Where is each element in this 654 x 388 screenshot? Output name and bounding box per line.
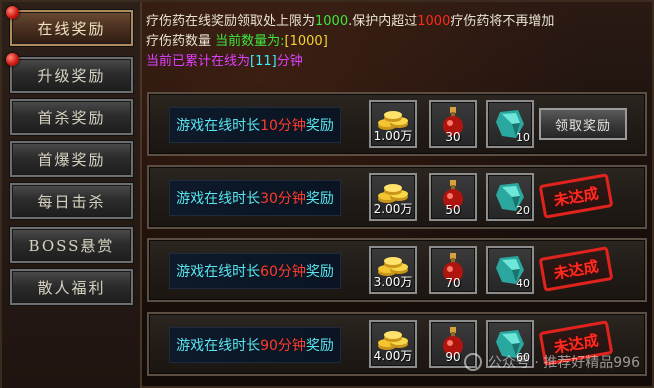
- current-value: [1000]: [284, 34, 328, 49]
- stamp-label: 未达成: [552, 183, 600, 210]
- claim-reward-button[interactable]: 领取奖励: [539, 108, 627, 140]
- label-minutes: 30分钟: [260, 191, 306, 207]
- reward-row: 游戏在线时长 10分钟 奖励 1.00万 30 10 领取奖励: [147, 92, 647, 156]
- reward-row-label: 游戏在线时长 30分钟 奖励: [169, 180, 341, 216]
- item-quantity: 20: [516, 204, 530, 217]
- info-text: 疗伤药数量: [146, 34, 212, 49]
- label-suffix: 奖励: [305, 191, 334, 207]
- info-line-online-time: 当前已累计在线为[11]分钟: [146, 52, 651, 72]
- menu-item-label: 首杀奖励: [37, 108, 106, 127]
- online-reward-info: 疗伤药在线奖励领取处上限为1000.保护内超过1000疗伤药将不再增加 疗伤药数…: [146, 12, 651, 72]
- menu-item-label: 散人福利: [37, 278, 106, 297]
- online-minutes-value: [11]: [250, 54, 277, 69]
- claim-button-label: 领取奖励: [554, 118, 611, 134]
- label-minutes: 90分钟: [260, 338, 306, 354]
- reward-window: 在线奖励 升级奖励 首杀奖励 首爆奖励 每日击杀 BOSS悬赏 散人福利 疗伤药…: [0, 0, 654, 388]
- potion-item-slot[interactable]: 70: [429, 246, 477, 294]
- label-suffix: 奖励: [305, 264, 334, 280]
- label-suffix: 奖励: [305, 118, 334, 134]
- gold-item-slot[interactable]: 1.00万: [369, 100, 417, 148]
- limit-value: 1000: [315, 14, 349, 29]
- watermark: 公众号 · 推荐好精品996: [463, 352, 640, 372]
- gold-item-slot[interactable]: 4.00万: [369, 320, 417, 368]
- menu-item-label: 升级奖励: [37, 66, 106, 85]
- gold-item-slot[interactable]: 3.00万: [369, 246, 417, 294]
- not-achieved-stamp: 未达成: [538, 246, 614, 292]
- item-quantity: 2.00万: [373, 202, 413, 216]
- menu-item-label: BOSS悬赏: [28, 236, 115, 255]
- info-line-limit: 疗伤药在线奖励领取处上限为1000.保护内超过1000疗伤药将不再增加: [146, 12, 651, 32]
- gem-item-slot[interactable]: 10: [486, 100, 534, 148]
- label-prefix: 游戏在线时长: [176, 118, 261, 134]
- menu-item-daily-kill[interactable]: 每日击杀: [10, 183, 133, 219]
- label-minutes: 60分钟: [260, 264, 306, 280]
- gem-item-slot[interactable]: 20: [486, 173, 534, 221]
- stamp-label: 未达成: [552, 256, 600, 283]
- item-quantity: 30: [445, 130, 461, 144]
- menu-item-first-drop-reward[interactable]: 首爆奖励: [10, 141, 133, 177]
- reward-row: 游戏在线时长 30分钟 奖励 2.00万 50 20 未达成: [147, 165, 647, 229]
- menu-item-first-kill-reward[interactable]: 首杀奖励: [10, 99, 133, 135]
- gem-item-slot[interactable]: 40: [486, 246, 534, 294]
- label-prefix: 游戏在线时长: [176, 338, 261, 354]
- reward-row: 游戏在线时长 60分钟 奖励 3.00万 70 40 未达成: [147, 238, 647, 302]
- item-quantity: 1.00万: [373, 129, 413, 143]
- menu-item-solo-welfare[interactable]: 散人福利: [10, 269, 133, 305]
- potion-item-slot[interactable]: 50: [429, 173, 477, 221]
- label-prefix: 游戏在线时长: [176, 264, 261, 280]
- info-line-current: 疗伤药数量 当前数量为:[1000]: [146, 32, 651, 52]
- label-suffix: 奖励: [305, 338, 334, 354]
- label-minutes: 10分钟: [260, 118, 306, 134]
- item-quantity: 70: [445, 276, 461, 290]
- wechat-logo-icon: [463, 353, 482, 371]
- label-prefix: 游戏在线时长: [176, 191, 261, 207]
- reward-row-label: 游戏在线时长 60分钟 奖励: [169, 253, 341, 289]
- item-quantity: 4.00万: [373, 349, 413, 363]
- reward-row-label: 游戏在线时长 10分钟 奖励: [169, 107, 341, 143]
- item-quantity: 3.00万: [373, 275, 413, 289]
- notification-dot-icon: [6, 53, 19, 66]
- menu-item-boss-bounty[interactable]: BOSS悬赏: [10, 227, 133, 263]
- menu-item-label: 每日击杀: [37, 192, 106, 211]
- potion-item-slot[interactable]: 30: [429, 100, 477, 148]
- item-quantity: 40: [516, 277, 530, 290]
- info-text: 分钟: [276, 54, 303, 69]
- reward-row-label: 游戏在线时长 90分钟 奖励: [169, 327, 341, 363]
- menu-item-label: 首爆奖励: [37, 150, 106, 169]
- item-quantity: 10: [516, 131, 530, 144]
- info-text: 当前已累计在线为: [146, 54, 251, 69]
- menu-item-online-reward[interactable]: 在线奖励: [6, 6, 133, 46]
- limit-value: 1000: [417, 14, 451, 29]
- current-label: 当前数量为:: [215, 34, 285, 49]
- watermark-text: 公众号 · 推荐好精品996: [487, 355, 640, 371]
- menu-item-label: 在线奖励: [37, 19, 106, 38]
- menu-item-level-reward[interactable]: 升级奖励: [6, 53, 133, 93]
- gold-item-slot[interactable]: 2.00万: [369, 173, 417, 221]
- info-text: 疗伤药将不再增加: [450, 14, 555, 29]
- info-text: .保护内超过: [348, 14, 418, 29]
- item-quantity: 50: [445, 203, 461, 217]
- reward-category-menu: 在线奖励 升级奖励 首杀奖励 首爆奖励 每日击杀 BOSS悬赏 散人福利: [2, 2, 142, 388]
- info-text: 疗伤药在线奖励领取处上限为: [146, 14, 316, 29]
- notification-dot-icon: [6, 6, 19, 19]
- not-achieved-stamp: 未达成: [538, 173, 614, 219]
